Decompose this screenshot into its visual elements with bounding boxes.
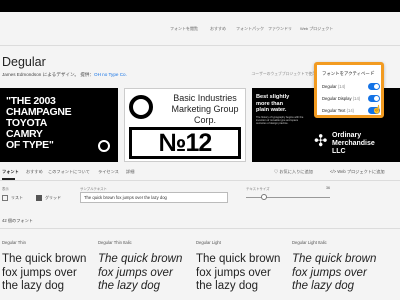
specimen-subhead: Basic Industries Marketing Group Corp. <box>171 93 239 125</box>
add-web-project-button[interactable]: </> Web プロジェクトに追加 <box>330 169 385 175</box>
specimen-org-name: Ordinary Merchandise LLC <box>332 132 375 156</box>
nav-packs[interactable]: フォントパック <box>236 26 264 32</box>
font-sample: The quick brown fox jumps over the lazy … <box>292 253 377 292</box>
family-toggle-row: Degular (14) <box>322 82 380 92</box>
sample-text-label: サンプルテキスト <box>80 187 107 191</box>
specimen-line: Merchandise <box>332 140 375 147</box>
specimen-number: №12 <box>129 127 241 159</box>
foundry-link[interactable]: OH no Type Co. <box>94 72 127 77</box>
ring-icon <box>129 95 153 119</box>
circle-badge-icon <box>98 140 110 152</box>
nav-web-projects[interactable]: Web プロジェクト <box>300 26 333 32</box>
top-nav: フォントを閲覧 おすすめ フォントパック ファウンドリ Web プロジェクト <box>0 12 400 46</box>
text-size-label: テキストサイズ <box>246 187 270 191</box>
hand-cursor-icon: ☝ <box>372 105 382 114</box>
specimen-line: Best slightly <box>256 94 290 100</box>
family-name: Degular Display <box>322 96 352 101</box>
specimen-tile-2[interactable]: Basic Industries Marketing Group Corp. №… <box>124 88 246 162</box>
font-sample: The quick brown fox jumps over the lazy … <box>2 253 87 292</box>
tab-recommended[interactable]: おすすめ <box>26 169 43 175</box>
specimen-body-text: The history of typography begins with th… <box>256 116 304 126</box>
specimen-line: more than <box>256 100 284 107</box>
font-name: Degular Thin Italic <box>98 240 132 245</box>
specimen-headline: "THE 2003 CHAMPAGNE TOYOTA CAMRY OF TYPE… <box>6 96 72 151</box>
text-size-slider-track[interactable] <box>246 197 330 198</box>
view-label: 表示 <box>2 187 9 191</box>
favorite-label: お気に入りに追加 <box>279 169 313 174</box>
nav-foundries[interactable]: ファウンドリ <box>268 26 292 32</box>
asterisk-logo-icon: ✣ <box>314 133 328 150</box>
font-name: Degular Light Italic <box>292 240 327 245</box>
font-name: Degular Light <box>196 240 221 245</box>
designer-byline: James Edmondson によるデザイン。 提供：OH no Type C… <box>2 72 127 78</box>
specimen-line: LLC <box>332 148 346 155</box>
screen: フォントを閲覧 おすすめ フォントパック ファウンドリ Web プロジェクト D… <box>0 0 400 300</box>
font-detail-page: フォントを閲覧 おすすめ フォントパック ファウンドリ Web プロジェクト D… <box>0 12 400 300</box>
tab-license[interactable]: ライセンス <box>98 169 119 175</box>
activate-toggle[interactable] <box>368 83 380 90</box>
list-view-button[interactable]: リスト <box>2 194 23 202</box>
family-label: Degular Display (14) <box>322 96 360 101</box>
font-count: 42 個のフォント <box>2 218 33 223</box>
family-toggle-row: Degular Display (14) <box>322 94 380 104</box>
usage-note: ユーザーのウェブプロジェクトで使用 <box>251 72 316 76</box>
activate-toggle[interactable] <box>368 95 380 102</box>
specimen-headline: Best slightly more than plain water. <box>256 94 289 114</box>
specimen-tile-1[interactable]: "THE 2003 CHAMPAGNE TOYOTA CAMRY OF TYPE… <box>0 88 118 162</box>
toggle-knob <box>374 96 379 101</box>
specimen-line: plain water. <box>256 107 287 114</box>
font-sample: The quick brown fox jumps over the lazy … <box>98 253 183 292</box>
nav-browse[interactable]: フォントを閲覧 <box>170 26 198 32</box>
grid-label: グリッド <box>45 195 61 200</box>
tab-details[interactable]: 詳細 <box>126 169 134 175</box>
add-favorite-button[interactable]: ♡ お気に入りに追加 <box>274 169 313 175</box>
family-name: Degular Text <box>322 108 346 113</box>
grid-icon <box>36 194 42 201</box>
family-label: Degular (14) <box>322 84 345 89</box>
font-card[interactable]: Degular Thin Italic The quick brown fox … <box>98 240 188 294</box>
font-name: Degular Thin <box>2 240 26 245</box>
divider <box>0 228 400 229</box>
text-size-value: 36 <box>326 186 330 190</box>
family-count: (14) <box>352 96 361 101</box>
divider <box>0 180 400 181</box>
font-card[interactable]: Degular Light Italic The quick brown fox… <box>292 240 382 294</box>
font-card[interactable]: Degular Light The quick brown fox jumps … <box>196 240 286 294</box>
view-controls: 表示 リスト グリッド サンプルテキスト The quick brown fox… <box>0 186 400 212</box>
web-project-label: Web プロジェクトに追加 <box>337 169 385 174</box>
tab-fonts[interactable]: フォント <box>2 169 19 175</box>
list-icon <box>2 194 8 201</box>
specimen-line: OF TYPE" <box>6 139 54 151</box>
family-count: (14) <box>337 84 346 89</box>
page-title: Degular <box>2 55 46 69</box>
panel-header[interactable]: フォントをアクティベート <box>322 71 374 77</box>
tab-about[interactable]: このフォントについて <box>48 169 90 175</box>
text-size-slider-handle[interactable] <box>261 194 267 200</box>
grid-view-button[interactable]: グリッド <box>36 194 61 202</box>
family-label: Degular Text (14) <box>322 108 354 113</box>
family-name: Degular <box>322 84 337 89</box>
byline-text: James Edmondson によるデザイン。 提供： <box>2 72 94 77</box>
sample-text-select[interactable]: The quick brown fox jumps over the lazy … <box>80 192 228 203</box>
specimen-line: Ordinary <box>332 132 362 139</box>
divider <box>0 45 400 46</box>
font-card[interactable]: Degular Thin The quick brown fox jumps o… <box>2 240 92 294</box>
toggle-knob <box>374 84 379 89</box>
nav-recommended[interactable]: おすすめ <box>210 26 226 32</box>
chevron-up-icon[interactable]: ⌃ <box>371 70 375 76</box>
family-count: (14) <box>346 108 355 113</box>
font-sample: The quick brown fox jumps over the lazy … <box>196 253 281 292</box>
activate-fonts-panel: フォントをアクティベート ⌃ Degular (14) Degular Disp… <box>314 62 384 118</box>
list-label: リスト <box>11 195 23 200</box>
